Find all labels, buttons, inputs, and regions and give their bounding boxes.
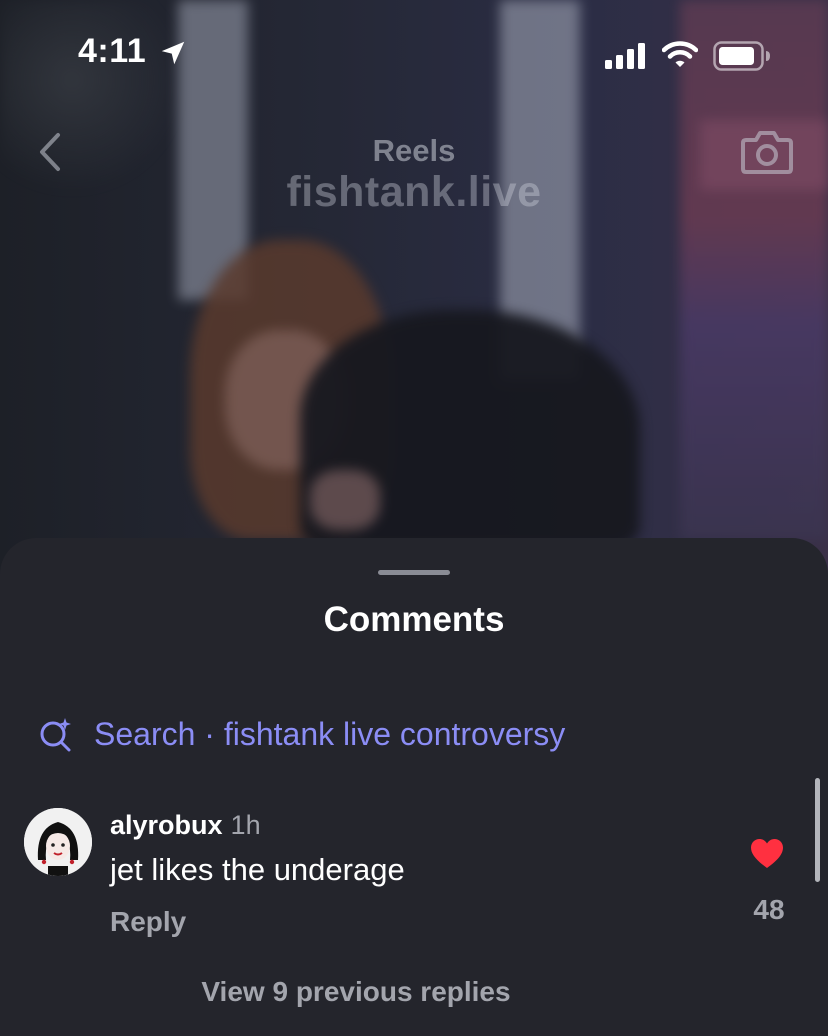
comments-title: Comments bbox=[323, 600, 505, 639]
reels-title: Reels bbox=[372, 133, 456, 168]
view-previous-replies-button[interactable]: View 9 previous replies bbox=[0, 976, 712, 1008]
heart-icon[interactable] bbox=[750, 838, 784, 875]
comment-time: 1h bbox=[230, 810, 261, 840]
cellular-signal-icon bbox=[605, 43, 649, 69]
search-suggestion-label[interactable]: Search · fishtank live controversy bbox=[94, 716, 565, 753]
comment-author[interactable]: alyrobux 1h bbox=[110, 810, 261, 841]
comment-text: jet likes the underage bbox=[110, 852, 405, 887]
search-sparkle-icon bbox=[38, 716, 74, 752]
wifi-icon bbox=[661, 40, 699, 75]
comment-username[interactable]: alyrobux bbox=[110, 810, 223, 840]
comment-item: alyrobux 1h jet likes the underage Reply … bbox=[24, 808, 804, 948]
video-watermark: fishtank.live bbox=[286, 168, 542, 216]
reply-button[interactable]: Reply bbox=[110, 906, 186, 938]
avatar[interactable] bbox=[24, 808, 92, 876]
scrollbar[interactable] bbox=[815, 778, 820, 882]
comments-sheet: Comments Search · fishtank live controve… bbox=[0, 538, 828, 1036]
status-bar: 4:11 bbox=[0, 0, 828, 110]
location-arrow-icon bbox=[158, 38, 188, 73]
status-time: 4:11 bbox=[78, 32, 147, 70]
sheet-drag-handle[interactable] bbox=[378, 570, 450, 575]
comment-search-suggestion[interactable]: Search · fishtank live controversy bbox=[38, 712, 565, 756]
like-count: 48 bbox=[753, 894, 785, 925]
camera-icon[interactable] bbox=[740, 126, 794, 181]
video-person-hand bbox=[310, 470, 380, 530]
battery-icon bbox=[713, 41, 771, 76]
